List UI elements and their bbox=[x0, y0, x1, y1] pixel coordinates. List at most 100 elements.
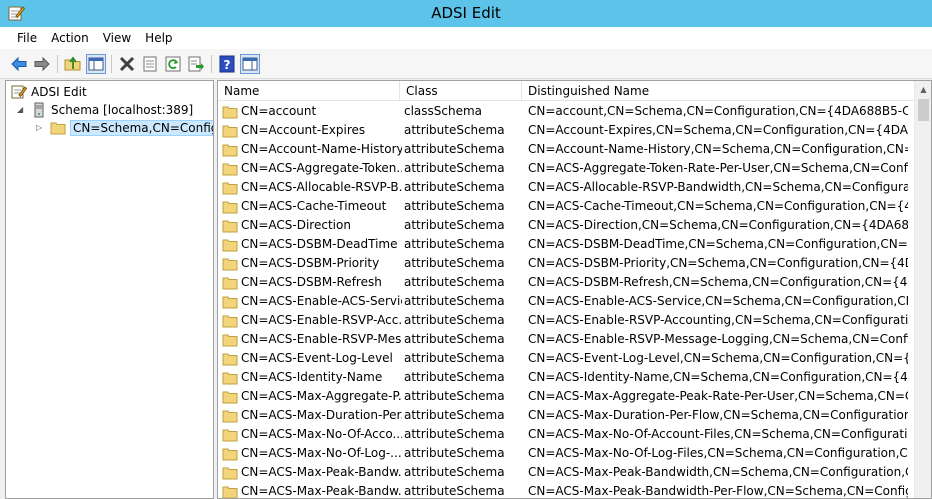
row-distinguished-name: CN=ACS-Max-Peak-Bandwidth-Per-Flow,CN=Sc… bbox=[528, 484, 908, 498]
folder-icon bbox=[222, 410, 238, 422]
table-row[interactable]: CN=ACS-Enable-ACS-Service attributeSchema… bbox=[218, 292, 908, 311]
row-distinguished-name: CN=ACS-DSBM-DeadTime,CN=Schema,CN=Config… bbox=[528, 237, 908, 251]
console-tree[interactable]: ADSI Edit ◢ Schema [localhost:389] ▷ CN=… bbox=[5, 80, 214, 499]
scroll-thumb[interactable] bbox=[918, 99, 929, 121]
table-row[interactable]: CN=ACS-Enable-RSVP-Mes... attributeSchema… bbox=[218, 330, 908, 349]
row-name: CN=ACS-Event-Log-Level bbox=[241, 351, 393, 365]
menu-view[interactable]: View bbox=[96, 31, 138, 45]
table-row[interactable]: CN=ACS-Aggregate-Token... attributeSchema… bbox=[218, 159, 908, 178]
menu-bar: File Action View Help bbox=[0, 27, 932, 49]
row-distinguished-name: CN=Account-Expires,CN=Schema,CN=Configur… bbox=[528, 123, 908, 137]
row-name: CN=ACS-Max-Peak-Bandw... bbox=[241, 484, 402, 498]
table-row[interactable]: CN=ACS-Max-No-Of-Log-... attributeSchema C… bbox=[218, 444, 908, 463]
back-arrow-icon bbox=[11, 56, 27, 72]
collapse-arrow-icon[interactable]: ◢ bbox=[17, 106, 25, 114]
table-row[interactable]: CN=Account-Name-History attributeSchema CN… bbox=[218, 140, 908, 159]
row-distinguished-name: CN=ACS-Enable-RSVP-Message-Logging,CN=Sc… bbox=[528, 332, 908, 346]
menu-help[interactable]: Help bbox=[138, 31, 179, 45]
refresh-button[interactable] bbox=[163, 54, 183, 74]
tree-item-label: CN=Schema,CN=Configuration,CN={4DA688B5-… bbox=[70, 120, 213, 136]
column-header-name[interactable]: Name bbox=[218, 81, 400, 101]
folder-icon bbox=[222, 391, 238, 403]
row-distinguished-name: CN=ACS-Max-Aggregate-Peak-Rate-Per-User,… bbox=[528, 389, 908, 403]
table-row[interactable]: CN=ACS-Identity-Name attributeSchema CN=AC… bbox=[218, 368, 908, 387]
table-row[interactable]: CN=ACS-Event-Log-Level attributeSchema CN=… bbox=[218, 349, 908, 368]
row-name: CN=ACS-Identity-Name bbox=[241, 370, 383, 384]
show-hide-console-tree-button[interactable] bbox=[86, 54, 106, 74]
back-button[interactable] bbox=[9, 54, 29, 74]
menu-action[interactable]: Action bbox=[44, 31, 96, 45]
tree-item-label: Schema [localhost:389] bbox=[51, 103, 194, 117]
properties-button[interactable] bbox=[140, 54, 160, 74]
row-class: attributeSchema bbox=[404, 180, 505, 194]
table-row[interactable]: CN=Account-Expires attributeSchema CN=Acco… bbox=[218, 121, 908, 140]
table-row[interactable]: CN=ACS-Max-Duration-Per... attributeSchem… bbox=[218, 406, 908, 425]
table-row[interactable]: CN=ACS-DSBM-Refresh attributeSchema CN=ACS… bbox=[218, 273, 908, 292]
table-row[interactable]: CN=ACS-Max-No-Of-Acco... attributeSchema C… bbox=[218, 425, 908, 444]
folder-icon bbox=[50, 122, 66, 135]
delete-icon bbox=[119, 56, 135, 72]
row-distinguished-name: CN=ACS-Cache-Timeout,CN=Schema,CN=Config… bbox=[528, 199, 908, 213]
row-distinguished-name: CN=ACS-Event-Log-Level,CN=Schema,CN=Conf… bbox=[528, 351, 908, 365]
row-distinguished-name: CN=ACS-DSBM-Refresh,CN=Schema,CN=Configu… bbox=[528, 275, 908, 289]
expand-arrow-icon[interactable]: ▷ bbox=[36, 124, 44, 132]
column-header-distinguished-name[interactable]: Distinguished Name bbox=[522, 81, 916, 101]
row-distinguished-name: CN=account,CN=Schema,CN=Configuration,CN… bbox=[528, 104, 908, 118]
row-name: CN=ACS-Max-No-Of-Acco... bbox=[241, 427, 402, 441]
svg-text:?: ? bbox=[224, 58, 231, 72]
row-class: attributeSchema bbox=[404, 199, 505, 213]
table-row[interactable]: CN=ACS-Enable-RSVP-Acc... attributeSchema… bbox=[218, 311, 908, 330]
row-name: CN=Account-Expires bbox=[241, 123, 366, 137]
delete-button[interactable] bbox=[117, 54, 137, 74]
menu-file[interactable]: File bbox=[10, 31, 44, 45]
row-distinguished-name: CN=ACS-Max-No-Of-Log-Files,CN=Schema,CN=… bbox=[528, 446, 908, 460]
row-class: attributeSchema bbox=[404, 370, 505, 384]
tree-item-adsi-edit[interactable]: ADSI Edit bbox=[11, 83, 87, 101]
table-row[interactable]: CN=ACS-Cache-Timeout attributeSchema CN=AC… bbox=[218, 197, 908, 216]
folder-icon bbox=[222, 182, 238, 194]
table-row[interactable]: CN=ACS-Allocable-RSVP-B... attributeSchem… bbox=[218, 178, 908, 197]
row-name: CN=ACS-Max-Aggregate-P... bbox=[241, 389, 402, 403]
window-title: ADSI Edit bbox=[431, 4, 501, 22]
row-name: CN=ACS-Enable-RSVP-Mes... bbox=[241, 332, 402, 346]
row-name: CN=ACS-Allocable-RSVP-B... bbox=[241, 180, 402, 194]
export-list-icon bbox=[188, 56, 204, 72]
folder-icon bbox=[222, 277, 238, 289]
help-icon: ? bbox=[219, 55, 235, 73]
table-row[interactable]: CN=ACS-Max-Aggregate-P... attributeSchema… bbox=[218, 387, 908, 406]
folder-icon bbox=[222, 429, 238, 441]
show-hide-action-pane-button[interactable] bbox=[240, 54, 260, 74]
tree-item-schema[interactable]: ◢ Schema [localhost:389] bbox=[17, 101, 193, 119]
show-hide-action-pane-icon bbox=[242, 57, 258, 71]
row-distinguished-name: CN=ACS-Allocable-RSVP-Bandwidth,CN=Schem… bbox=[528, 180, 908, 194]
column-header-class[interactable]: Class bbox=[400, 81, 522, 101]
server-icon bbox=[34, 102, 44, 118]
table-row[interactable]: CN=ACS-DSBM-Priority attributeSchema CN=AC… bbox=[218, 254, 908, 273]
result-list[interactable]: Name Class Distinguished Name CN=account… bbox=[217, 80, 932, 499]
table-row[interactable]: CN=ACS-Max-Peak-Bandw... attributeSchema C… bbox=[218, 482, 908, 498]
row-class: attributeSchema bbox=[404, 465, 505, 479]
table-row[interactable]: CN=ACS-DSBM-DeadTime attributeSchema CN=AC… bbox=[218, 235, 908, 254]
row-class: attributeSchema bbox=[404, 161, 505, 175]
folder-icon bbox=[222, 144, 238, 156]
row-distinguished-name: CN=ACS-Aggregate-Token-Rate-Per-User,CN=… bbox=[528, 161, 908, 175]
scroll-up-arrow-icon[interactable]: ▲ bbox=[915, 81, 931, 98]
table-row[interactable]: CN=ACS-Max-Peak-Bandw... attributeSchema C… bbox=[218, 463, 908, 482]
tree-item-schema-container[interactable]: ▷ CN=Schema,CN=Configuration,CN={4DA688B… bbox=[36, 119, 213, 137]
export-list-button[interactable] bbox=[186, 54, 206, 74]
vertical-scrollbar[interactable]: ▲ bbox=[914, 81, 931, 498]
folder-icon bbox=[222, 163, 238, 175]
row-class: attributeSchema bbox=[404, 218, 505, 232]
table-row[interactable]: CN=account classSchema CN=account,CN=Schem… bbox=[218, 102, 908, 121]
row-class: attributeSchema bbox=[404, 427, 505, 441]
table-row[interactable]: CN=ACS-Direction attributeSchema CN=ACS-Di… bbox=[218, 216, 908, 235]
forward-button[interactable] bbox=[32, 54, 52, 74]
up-one-level-button[interactable] bbox=[63, 54, 83, 74]
help-button[interactable]: ? bbox=[217, 54, 237, 74]
row-class: attributeSchema bbox=[404, 313, 505, 327]
folder-icon bbox=[222, 486, 238, 498]
row-name: CN=ACS-Max-Peak-Bandw... bbox=[241, 465, 402, 479]
row-class: attributeSchema bbox=[404, 142, 505, 156]
tree-item-label: ADSI Edit bbox=[31, 85, 87, 99]
list-rows: CN=account classSchema CN=account,CN=Schem… bbox=[218, 102, 908, 498]
